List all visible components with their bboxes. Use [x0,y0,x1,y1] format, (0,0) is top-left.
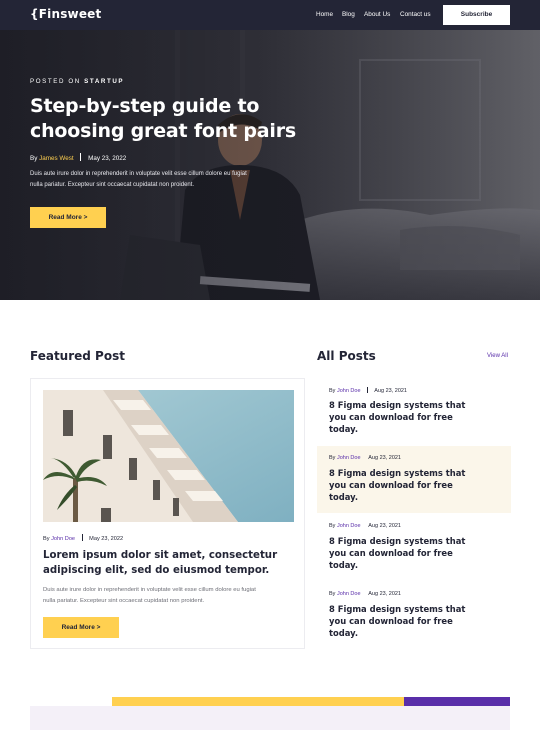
hero-read-more-button[interactable]: Read More > [30,207,106,228]
hero-overlay [0,30,540,300]
post-item-highlighted[interactable]: By John Doe Aug 23, 2021 8 Figma design … [317,446,511,513]
post-meta: By John Doe Aug 23, 2021 [329,387,407,394]
hero-date: May 23, 2022 [88,155,127,162]
featured-post-meta: By John Doe May 23, 2022 [43,534,123,542]
post-date: Aug 23, 2021 [368,523,401,529]
featured-read-more-button[interactable]: Read More > [43,617,119,638]
hero-title: Step-by-step guide to choosing great fon… [30,95,296,142]
post-title[interactable]: 8 Figma design systems that you can down… [329,467,479,503]
post-by: By [329,591,336,597]
hero-meta-divider [80,153,82,161]
featured-post-heading: Featured Post [30,349,125,363]
top-navbar: {Finsweet Home Blog About Us Contact us … [0,0,540,30]
post-title[interactable]: 8 Figma design systems that you can down… [329,399,479,435]
view-all-link[interactable]: View All [487,353,508,359]
post-title[interactable]: 8 Figma design systems that you can down… [329,535,479,571]
featured-author[interactable]: John Doe [51,536,75,542]
posted-category[interactable]: STARTUP [84,78,124,85]
featured-post-image [43,390,294,522]
post-item[interactable]: By John Doe Aug 23, 2021 8 Figma design … [317,514,511,581]
post-item[interactable]: By John Doe Aug 23, 2021 8 Figma design … [317,378,511,445]
all-posts-heading: All Posts [317,349,376,363]
logo[interactable]: {Finsweet [30,7,101,21]
post-author[interactable]: John Doe [337,455,361,461]
post-meta: By John Doe Aug 23, 2021 [329,591,401,597]
post-item[interactable]: By John Doe Aug 23, 2021 8 Figma design … [317,582,511,649]
post-meta: By John Doe Aug 23, 2021 [329,523,401,529]
about-section-block [30,706,510,730]
nav-link-home[interactable]: Home [316,11,333,18]
posted-prefix: POSTED ON [30,78,81,85]
accent-bar-purple [404,697,510,706]
hero-meta: By James West May 23, 2022 [30,153,126,162]
post-title[interactable]: 8 Figma design systems that you can down… [329,603,479,639]
hero-by: By [30,155,38,162]
posted-on-label: POSTED ON STARTUP [30,78,124,85]
post-date: Aug 23, 2021 [374,388,407,394]
accent-bar-yellow [112,697,404,706]
nav-link-contact[interactable]: Contact us [400,11,431,18]
featured-by: By [43,536,50,542]
featured-date: May 23, 2022 [89,536,124,542]
post-by: By [329,455,336,461]
post-by: By [329,523,336,529]
featured-meta-divider [81,534,83,541]
post-meta-divider [367,387,369,393]
featured-post-title[interactable]: Lorem ipsum dolor sit amet, consectetur … [43,548,293,578]
post-author[interactable]: John Doe [337,523,361,529]
post-by: By [329,388,336,394]
featured-post-card: By John Doe May 23, 2022 Lorem ipsum dol… [30,378,305,649]
post-author[interactable]: John Doe [337,388,361,394]
post-author[interactable]: John Doe [337,591,361,597]
hero-section: POSTED ON STARTUP Step-by-step guide to … [0,30,540,300]
hero-description: Duis aute irure dolor in reprehenderit i… [30,171,247,188]
featured-post-description: Duis aute irure dolor in reprehenderit i… [43,587,256,604]
nav-link-blog[interactable]: Blog [342,11,355,18]
post-meta: By John Doe Aug 23, 2021 [329,455,401,461]
post-date: Aug 23, 2021 [368,455,401,461]
subscribe-button[interactable]: Subscribe [443,5,510,25]
nav-link-about[interactable]: About Us [364,11,390,18]
hero-author[interactable]: James West [39,155,74,162]
post-date: Aug 23, 2021 [368,591,401,597]
